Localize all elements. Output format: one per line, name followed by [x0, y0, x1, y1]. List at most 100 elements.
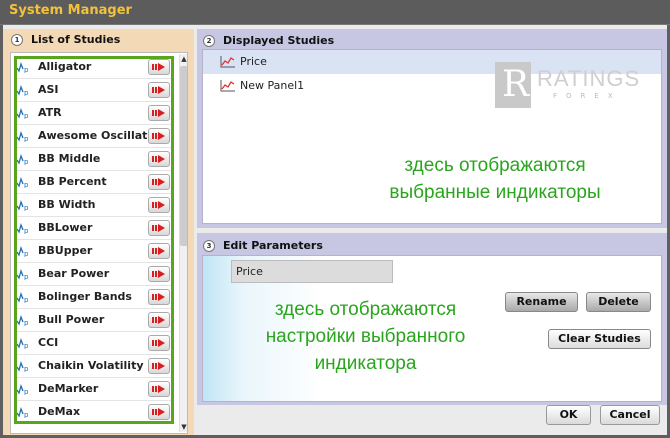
- study-name: Bull Power: [38, 313, 105, 326]
- displayed-study-name: New Panel1: [240, 79, 305, 92]
- study-indicator-icon: p: [16, 176, 29, 188]
- dialog-body: 1 List of Studies p Alligator p ASI p ATR p Awes…: [3, 25, 667, 435]
- add-arrow-icon: [152, 385, 165, 393]
- edit-parameters-area: Price здесь отображаются настройки выбра…: [202, 255, 662, 402]
- study-item[interactable]: p Chaikin Volatility: [15, 355, 173, 378]
- svg-text:p: p: [24, 250, 29, 257]
- study-name: BB Middle: [38, 152, 101, 165]
- ratings-forex-logo: R RATINGS FOREX: [495, 62, 655, 116]
- study-item[interactable]: p BBUpper: [15, 240, 173, 263]
- add-arrow-icon: [152, 178, 165, 186]
- add-study-button[interactable]: [148, 82, 170, 98]
- study-item[interactable]: p DeMarker: [15, 378, 173, 401]
- add-arrow-icon: [152, 247, 165, 255]
- study-indicator-icon: p: [16, 222, 29, 234]
- study-indicator-icon: p: [16, 291, 29, 303]
- study-indicator-icon: p: [16, 199, 29, 211]
- add-study-button[interactable]: [148, 404, 170, 420]
- add-study-button[interactable]: [148, 289, 170, 305]
- scroll-thumb[interactable]: [180, 66, 187, 246]
- add-study-button[interactable]: [148, 197, 170, 213]
- add-arrow-icon: [152, 63, 165, 71]
- study-item[interactable]: p Bolinger Bands: [15, 286, 173, 309]
- edit-annotation-line-2: настройки выбранного: [265, 326, 466, 347]
- add-arrow-icon: [152, 201, 165, 209]
- add-study-button[interactable]: [148, 151, 170, 167]
- system-manager-window: System Manager 1 List of Studies p Alligat…: [0, 0, 670, 438]
- scroll-up-icon[interactable]: ▲: [180, 54, 187, 64]
- study-item[interactable]: p Awesome Oscillator: [15, 125, 173, 148]
- step-number-2: 2: [203, 35, 215, 47]
- study-name-field[interactable]: Price: [231, 260, 393, 283]
- study-name: Alligator: [38, 60, 92, 73]
- study-name: BB Percent: [38, 175, 107, 188]
- add-study-button[interactable]: [148, 105, 170, 121]
- study-item[interactable]: p BB Width: [15, 194, 173, 217]
- add-study-button[interactable]: [148, 128, 170, 144]
- add-arrow-icon: [152, 293, 165, 301]
- logo-sub: FOREX: [553, 92, 622, 100]
- add-study-button[interactable]: [148, 381, 170, 397]
- study-indicator-icon: p: [16, 107, 29, 119]
- svg-text:p: p: [24, 411, 29, 418]
- add-study-button[interactable]: [148, 358, 170, 374]
- ok-button[interactable]: OK: [546, 405, 591, 425]
- study-item[interactable]: p ATR: [15, 102, 173, 125]
- svg-text:p: p: [24, 365, 29, 372]
- add-study-button[interactable]: [148, 174, 170, 190]
- logo-mark: R: [495, 62, 531, 108]
- studies-list[interactable]: p Alligator p ASI p ATR p Awesome Oscillator p BB…: [10, 52, 188, 434]
- add-study-button[interactable]: [148, 312, 170, 328]
- svg-text:p: p: [24, 319, 29, 326]
- svg-text:p: p: [24, 227, 29, 234]
- study-item[interactable]: p Bull Power: [15, 309, 173, 332]
- study-item[interactable]: p BBLower: [15, 217, 173, 240]
- study-indicator-icon: p: [16, 314, 29, 326]
- step-number-1: 1: [11, 34, 23, 46]
- study-indicator-icon: p: [16, 245, 29, 257]
- scroll-down-icon[interactable]: ▼: [180, 422, 187, 432]
- svg-text:p: p: [24, 135, 29, 142]
- study-item[interactable]: p ASI: [15, 79, 173, 102]
- study-indicator-icon: p: [16, 61, 29, 73]
- clear-studies-button[interactable]: Clear Studies: [548, 329, 651, 349]
- svg-text:p: p: [24, 181, 29, 188]
- add-arrow-icon: [152, 155, 165, 163]
- svg-text:p: p: [24, 342, 29, 349]
- study-indicator-icon: p: [16, 84, 29, 96]
- edit-panel-header: 3 Edit Parameters: [203, 239, 323, 252]
- title-bar[interactable]: System Manager: [0, 0, 670, 25]
- study-indicator-icon: p: [16, 153, 29, 165]
- add-study-button[interactable]: [148, 335, 170, 351]
- delete-button[interactable]: Delete: [586, 292, 651, 312]
- displayed-study-name: Price: [240, 55, 267, 68]
- rename-button[interactable]: Rename: [505, 292, 578, 312]
- study-item[interactable]: p DeMax: [15, 401, 173, 424]
- svg-text:p: p: [24, 388, 29, 395]
- svg-text:p: p: [24, 273, 29, 280]
- add-study-button[interactable]: [148, 59, 170, 75]
- study-item[interactable]: p BB Percent: [15, 171, 173, 194]
- study-name: Chaikin Volatility: [38, 359, 144, 372]
- study-item[interactable]: p Alligator: [15, 56, 173, 79]
- add-study-button[interactable]: [148, 266, 170, 282]
- edit-panel-title: Edit Parameters: [223, 239, 323, 252]
- add-study-button[interactable]: [148, 220, 170, 236]
- add-arrow-icon: [152, 109, 165, 117]
- displayed-annotation-line-2: выбранные индикаторы: [389, 182, 601, 203]
- studies-scrollbar[interactable]: ▲ ▼: [179, 54, 187, 432]
- study-name: Bear Power: [38, 267, 110, 280]
- study-item[interactable]: p CCI: [15, 332, 173, 355]
- study-item[interactable]: p BB Middle: [15, 148, 173, 171]
- studies-panel-title: List of Studies: [31, 33, 121, 46]
- add-arrow-icon: [152, 316, 165, 324]
- add-study-button[interactable]: [148, 243, 170, 259]
- study-item[interactable]: p Bear Power: [15, 263, 173, 286]
- cancel-button[interactable]: Cancel: [600, 405, 660, 425]
- displayed-annotation: здесь отображаются выбранные индикаторы: [371, 152, 619, 206]
- study-name: BBLower: [38, 221, 93, 234]
- studies-panel-header: 1 List of Studies: [11, 33, 120, 46]
- study-indicator-icon: p: [16, 268, 29, 280]
- add-arrow-icon: [152, 224, 165, 232]
- displayed-studies-list[interactable]: Price New Panel1 R RATINGS FOREX здесь от…: [202, 49, 662, 224]
